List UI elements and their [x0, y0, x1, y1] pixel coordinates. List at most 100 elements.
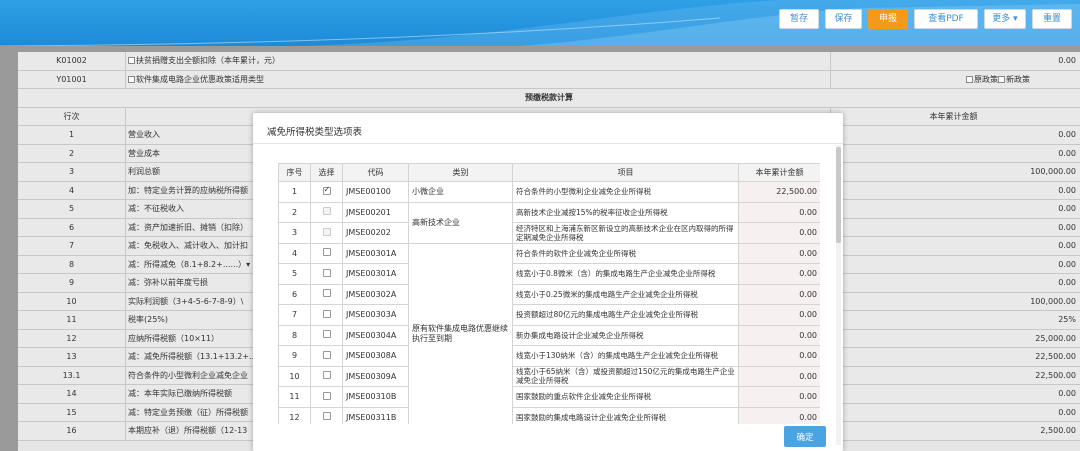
view-pdf-button[interactable]: 查看PDF [913, 9, 978, 29]
cell-code: JMSE00301A [342, 242, 409, 264]
select-checkbox[interactable] [322, 248, 331, 257]
policy-checkbox[interactable] [998, 75, 1005, 83]
row-label-text: 减：资产加速折旧、摊销（扣除） [128, 222, 248, 232]
cell-amount[interactable]: 22,500.00 [738, 181, 820, 203]
row-label-text: 减：本年实际已缴纳所得税额 [128, 389, 232, 398]
confirm-button[interactable]: 确定 [784, 426, 826, 447]
cell-amount[interactable]: 0.00 [738, 222, 820, 244]
cell-item: 线宽小于0.25微米的集成电路生产企业减免企业所得税 [512, 283, 739, 305]
cell-select [310, 365, 343, 387]
select-checkbox[interactable] [322, 309, 331, 318]
row-code: 1 [18, 126, 126, 144]
row-label-text: 减：特定业务预缴（征）所得税额 [128, 407, 248, 417]
row-label-text: 利润总额 [128, 167, 160, 176]
cell-code: JMSE00202 [342, 222, 409, 244]
select-checkbox[interactable] [322, 350, 331, 359]
cell-amount[interactable]: 0.00 [738, 406, 820, 424]
cell-amount[interactable]: 0.00 [738, 345, 820, 367]
row-label-text: 减：所得减免（8.1+8.2+......）▾ [128, 259, 251, 269]
table-row: 8 JMSE00304A 新办集成电路设计企业减免企业所得税 0.00 [278, 324, 820, 346]
select-checkbox[interactable] [322, 289, 331, 298]
row-code: 13.1 [18, 366, 126, 384]
select-checkbox[interactable] [322, 371, 331, 380]
row-value: 本年累计金额 [830, 107, 1080, 125]
dialog-scrollbar-thumb[interactable] [836, 147, 841, 243]
row-label-text: 营业收入 [128, 130, 160, 139]
row-label-text: 税率(25%) [128, 315, 169, 324]
row-code: 15 [18, 403, 126, 421]
cell-select [310, 201, 343, 223]
policy-label: 新政策 [1006, 74, 1030, 84]
cell-code: JMSE00308A [342, 345, 409, 367]
row-checkbox[interactable] [128, 75, 135, 83]
row-label-text: 本期应补（退）所得税额（12-13 [128, 426, 248, 435]
cell-select [310, 181, 343, 203]
row-label-text: 符合条件的小型微利企业减免企业 [128, 370, 248, 380]
cell-category: 高新技术企业 [408, 201, 513, 244]
cell-amount[interactable]: 0.00 [738, 365, 820, 387]
row-code: Y01001 [18, 70, 126, 88]
row-label: 扶贫捐赠支出全额扣除（本年累计，元） [128, 52, 828, 70]
cell-code: JMSE00100 [342, 181, 409, 203]
cell-code: JMSE00304A [342, 324, 409, 346]
cell-amount[interactable]: 0.00 [738, 386, 820, 408]
col-header-no: 序号 [278, 163, 311, 182]
cell-amount[interactable]: 0.00 [738, 283, 820, 305]
row-label-text: 减：免税收入、减计收入、加计扣 [128, 241, 248, 250]
cell-amount[interactable]: 0.00 [738, 201, 820, 223]
row-value: 22,500.00 [830, 366, 1080, 384]
cell-no: 5 [278, 263, 311, 285]
select-checkbox[interactable] [322, 185, 331, 195]
cell-select [310, 386, 343, 408]
cell-select [310, 283, 343, 305]
table-row: 7 JMSE00303A 投资额超过80亿元的集成电路生产企业减免企业所得税 0.00 [278, 304, 820, 326]
cell-code: JMSE00311B [342, 406, 409, 424]
row-code: 3 [18, 163, 126, 181]
cell-amount[interactable]: 0.00 [738, 242, 820, 264]
row-code: 16 [18, 422, 126, 440]
policy-options: 原政策 新政策 [966, 71, 1030, 89]
row-checkbox[interactable] [128, 57, 135, 64]
cell-code: JMSE00302A [342, 283, 409, 305]
cell-code: JMSE00303A [342, 304, 409, 326]
row-label: 软件集成电路企业优惠政策适用类型 [128, 71, 828, 89]
row-code: 13 [18, 348, 126, 366]
row-label-text: 减：弥补以前年度亏损 [128, 278, 208, 287]
reset-button[interactable]: 重置 [1031, 9, 1072, 29]
row-value: 0.00 [830, 255, 1080, 273]
top-header: 暂存 保存 申报 查看PDF 更多 ▾ 重置 [0, 0, 1080, 46]
select-checkbox[interactable] [322, 391, 331, 400]
table-row: 1 JMSE00100小微企业符合条件的小型微利企业减免企业所得税22,500.0… [278, 181, 820, 203]
select-checkbox[interactable] [322, 330, 331, 339]
row-code: 12 [18, 329, 126, 347]
row-value: 原政策 新政策 [830, 70, 1080, 89]
row-value: 100,000.00 [830, 163, 1080, 181]
cell-category: 小微企业 [408, 181, 513, 203]
policy-checkbox[interactable] [966, 75, 973, 83]
select-checkbox[interactable] [322, 412, 331, 421]
row-value: 0.00 [830, 403, 1080, 421]
save-button[interactable]: 保存 [824, 9, 862, 29]
cell-select [310, 222, 343, 244]
cell-no: 12 [278, 406, 311, 424]
row-label-text: 加：特定业务计算的应纳税所得额 [128, 185, 248, 195]
table-row: 5 JMSE00301A 线宽小于0.8微米（含）的集成电路生产企业减免企业所得税 0… [278, 263, 820, 285]
declare-button[interactable]: 申报 [867, 9, 908, 29]
cell-no: 9 [278, 345, 311, 367]
more-button[interactable]: 更多 ▾ [983, 9, 1026, 29]
temp-save-button[interactable]: 暂存 [778, 9, 819, 29]
section-title-row: 预缴税款计算 [18, 89, 1080, 108]
row-code: 9 [18, 274, 126, 292]
cell-item: 符合条件的软件企业减免企业所得税 [512, 242, 739, 264]
cell-no: 10 [278, 365, 311, 387]
cell-item: 经济特区和上海浦东新区新设立的高新技术企业在区内取得的所得定期减免企业所得税 [512, 222, 739, 244]
section-title: 预缴税款计算 [525, 93, 573, 102]
row-value: 0.00 [830, 274, 1080, 292]
cell-item: 新办集成电路设计企业减免企业所得税 [512, 324, 739, 346]
row-value: 0.00 [830, 200, 1080, 218]
select-checkbox[interactable] [322, 268, 331, 277]
cell-amount[interactable]: 0.00 [738, 263, 820, 285]
cell-amount[interactable]: 0.00 [738, 304, 820, 326]
row-label-text: 减：不征税收入 [128, 204, 184, 213]
cell-amount[interactable]: 0.00 [738, 324, 820, 346]
